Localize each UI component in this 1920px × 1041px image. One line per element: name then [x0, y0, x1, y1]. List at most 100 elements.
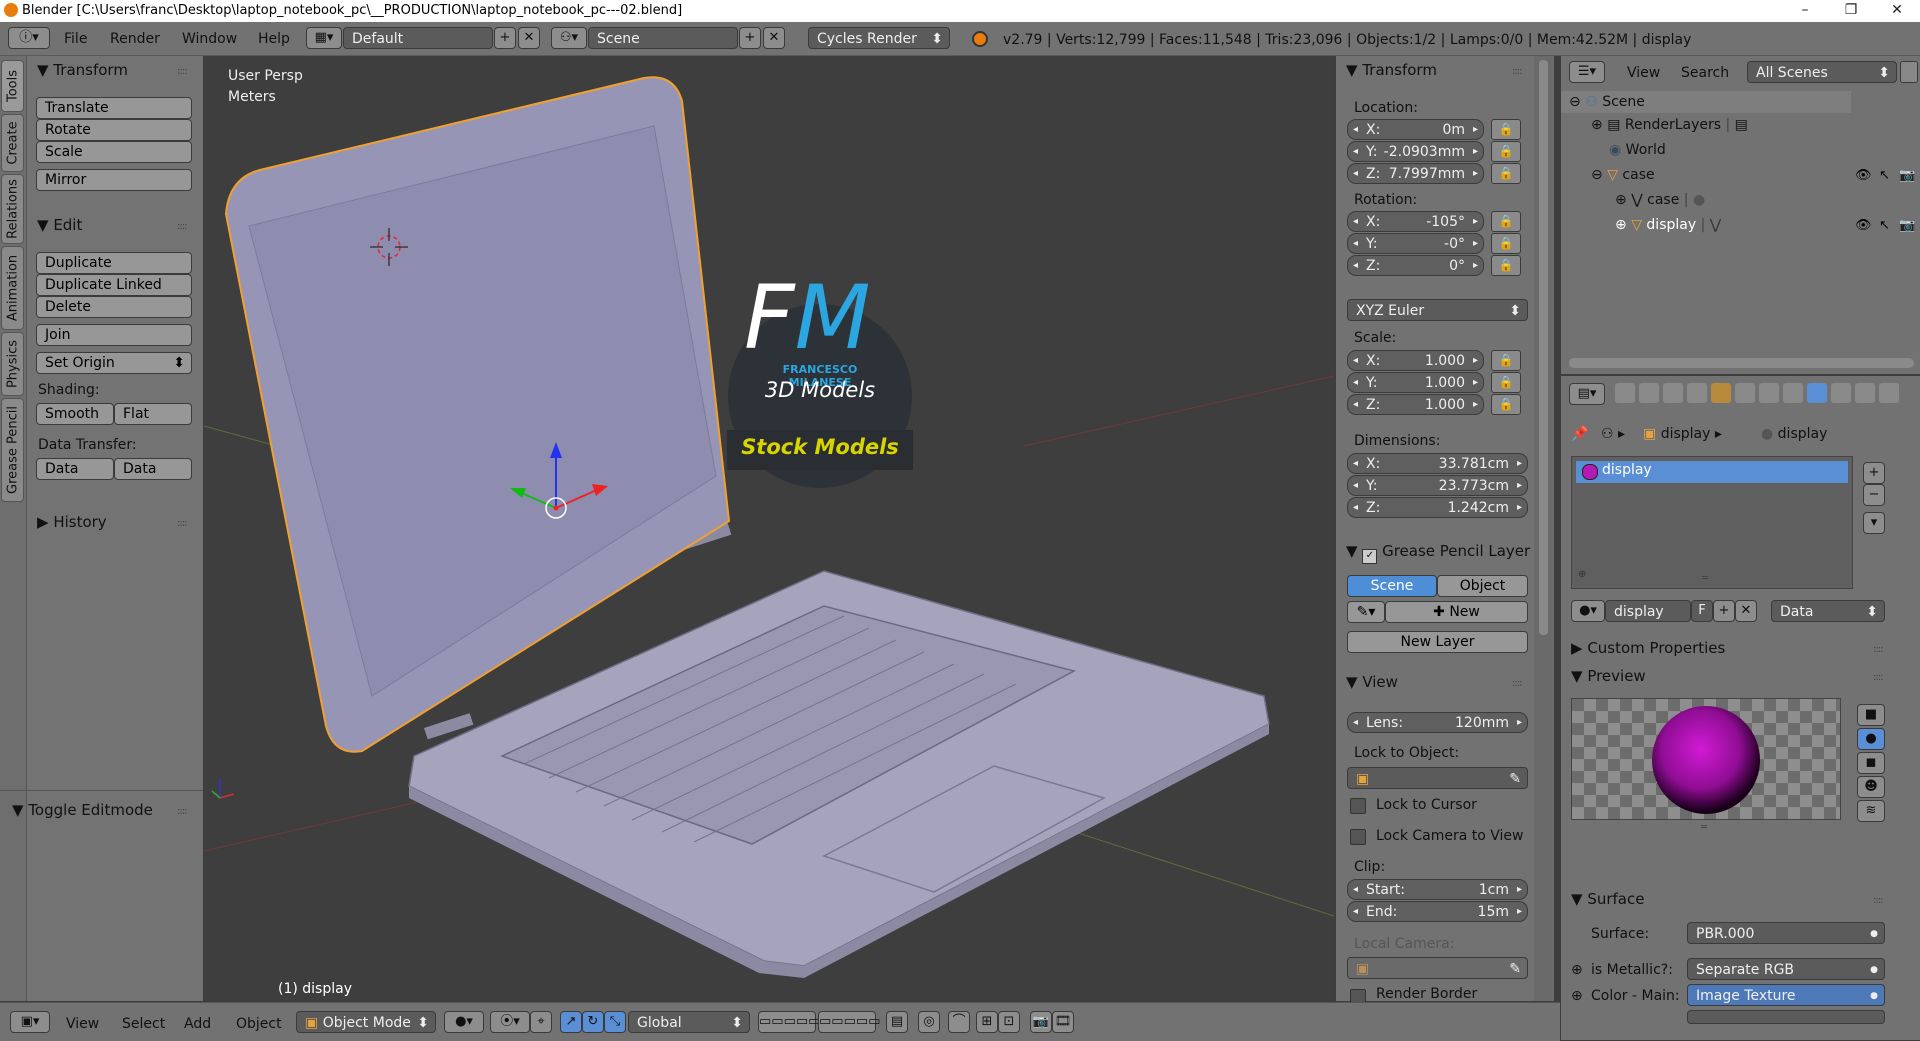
- rotation-mode-select[interactable]: XYZ Euler ⬍: [1347, 299, 1528, 321]
- dimensions-y-field[interactable]: ◂ Y: 23.773cm ▸: [1347, 475, 1528, 496]
- flat-button[interactable]: Flat: [114, 403, 192, 425]
- lock-layers-icon[interactable]: ▤: [886, 1011, 908, 1033]
- visibility-eye-icon[interactable]: 👁: [1855, 218, 1872, 233]
- material-slot-row[interactable]: display: [1576, 461, 1848, 483]
- tree-item-scene[interactable]: ⊖ ⚇ Scene: [1569, 94, 1645, 110]
- particles-tab-icon[interactable]: [1855, 383, 1875, 403]
- dimensions-z-field[interactable]: ◂ Z: 1.242cm ▸: [1347, 497, 1528, 518]
- preview-monkey-icon[interactable]: ☻: [1857, 776, 1885, 798]
- tab-animation[interactable]: Animation: [1, 246, 24, 330]
- close-window-button[interactable]: ✕: [1874, 0, 1920, 22]
- lock-icon[interactable]: 🔒: [1491, 233, 1521, 254]
- menu-help[interactable]: Help: [258, 31, 290, 47]
- lock-icon[interactable]: 🔒: [1491, 141, 1521, 162]
- next-input-select[interactable]: [1687, 1010, 1885, 1024]
- rotation-z-field[interactable]: ◂ Z: 0° ▸: [1347, 255, 1484, 276]
- set-origin-select[interactable]: Set Origin ⬍: [36, 352, 192, 374]
- expand-color-icon[interactable]: ⊕: [1571, 988, 1583, 1004]
- scene-field[interactable]: Scene: [588, 27, 738, 49]
- lock-to-cursor-checkbox[interactable]: [1350, 798, 1366, 814]
- clip-start-field[interactable]: ◂ Start: 1cm ▸: [1347, 879, 1528, 900]
- location-y-field[interactable]: ◂ Y: -2.0903mm ▸: [1347, 141, 1484, 162]
- grease-pencil-layer-header[interactable]: ▼ ✓ Grease Pencil Layer: [1346, 542, 1530, 564]
- tab-create[interactable]: Create: [1, 114, 24, 172]
- snap-icon[interactable]: ⊞: [976, 1011, 998, 1033]
- menu-render[interactable]: Render: [110, 31, 160, 47]
- outliner-menu-search[interactable]: Search: [1681, 65, 1729, 81]
- tab-tools[interactable]: Tools: [1, 60, 24, 112]
- render-tab-icon[interactable]: [1615, 383, 1635, 403]
- toggle-editmode-header[interactable]: ▼ Toggle Editmode: [12, 801, 153, 819]
- outliner-menu-view[interactable]: View: [1627, 65, 1660, 81]
- scale-z-field[interactable]: ◂ Z: 1.000 ▸: [1347, 394, 1484, 415]
- preview-hair-icon[interactable]: ≋: [1857, 800, 1885, 822]
- viewport-canvas[interactable]: [204, 56, 1334, 1001]
- lock-object-field[interactable]: ▣ ✎: [1347, 767, 1528, 789]
- panel-grip-icon[interactable]: ::::: [177, 518, 188, 529]
- material-browse-icon[interactable]: ●▾: [1571, 600, 1605, 622]
- lock-icon[interactable]: 🔒: [1491, 350, 1521, 371]
- grease-scene-button[interactable]: Scene: [1347, 575, 1437, 597]
- grease-pencil-checkbox[interactable]: ✓: [1362, 549, 1378, 564]
- pivot-point-icon[interactable]: ⦿▾: [490, 1011, 530, 1033]
- metallic-input-select[interactable]: Separate RGB ●: [1687, 958, 1885, 980]
- lens-field[interactable]: ◂ Lens: 120mm ▸: [1347, 712, 1528, 733]
- add-scene-icon[interactable]: +: [739, 27, 761, 49]
- scale-x-field[interactable]: ◂ X: 1.000 ▸: [1347, 350, 1484, 371]
- tree-item-case-object[interactable]: ⊖ ▽ case: [1591, 167, 1655, 183]
- transform-panel-header[interactable]: ▼ Transform: [37, 61, 128, 79]
- modifiers-tab-icon[interactable]: [1759, 383, 1779, 403]
- selectable-cursor-icon[interactable]: ↖: [1879, 168, 1890, 183]
- tab-physics[interactable]: Physics: [1, 332, 24, 396]
- tree-item-world[interactable]: ◉ World: [1609, 142, 1666, 158]
- minimize-button[interactable]: –: [1782, 0, 1828, 22]
- remove-layout-icon[interactable]: ✕: [518, 27, 540, 49]
- render-layers-tab-icon[interactable]: [1639, 383, 1659, 403]
- preview-plane-icon[interactable]: ■: [1857, 704, 1885, 726]
- viewport-shading-icon[interactable]: ●▾: [444, 1011, 484, 1033]
- tree-item-display[interactable]: ⊕ ▽ display | ⋁: [1615, 217, 1721, 233]
- lock-icon[interactable]: 🔒: [1491, 394, 1521, 415]
- panel-grip-icon[interactable]: ::::: [177, 806, 188, 817]
- constraints-tab-icon[interactable]: [1735, 383, 1755, 403]
- editor-type-3dview-icon[interactable]: ▣▾: [10, 1011, 50, 1033]
- lock-icon[interactable]: 🔒: [1491, 119, 1521, 140]
- expand-metallic-icon[interactable]: ⊕: [1571, 962, 1583, 978]
- rotation-y-field[interactable]: ◂ Y: -0° ▸: [1347, 233, 1484, 254]
- render-border-checkbox[interactable]: [1350, 989, 1366, 1003]
- material-slot-list[interactable]: display ═ ⊕: [1571, 456, 1853, 589]
- translate-manipulator-icon[interactable]: ↗: [560, 1011, 582, 1033]
- proportional-edit-icon[interactable]: ◎: [918, 1011, 940, 1033]
- render-camera-icon[interactable]: 📷: [1899, 218, 1915, 233]
- data-transfer-button[interactable]: Data: [36, 458, 114, 480]
- opengl-animation-icon[interactable]: 🎞: [1052, 1011, 1074, 1033]
- scene-tab-icon[interactable]: [1663, 383, 1683, 403]
- panel-grip-icon[interactable]: ::::: [1873, 895, 1884, 906]
- layout-field[interactable]: Default: [343, 27, 493, 49]
- new-material-icon[interactable]: +: [1713, 600, 1735, 622]
- menu-select[interactable]: Select: [122, 1016, 165, 1032]
- menu-object[interactable]: Object: [236, 1016, 282, 1032]
- mirror-button[interactable]: Mirror: [36, 169, 192, 191]
- lock-camera-checkbox[interactable]: [1350, 829, 1366, 845]
- preview-sphere-icon[interactable]: ●: [1857, 728, 1885, 750]
- smooth-button[interactable]: Smooth: [36, 403, 114, 425]
- transform-header[interactable]: ▼ Transform: [1346, 61, 1437, 79]
- surface-shader-select[interactable]: PBR.000 ●: [1687, 922, 1885, 944]
- duplicate-button[interactable]: Duplicate: [36, 252, 192, 274]
- panel-grip-icon[interactable]: ::::: [177, 66, 188, 77]
- add-layout-icon[interactable]: +: [494, 27, 516, 49]
- list-add-icon[interactable]: ⊕: [1578, 569, 1586, 580]
- edit-panel-header[interactable]: ▼ Edit: [37, 216, 82, 234]
- clip-end-field[interactable]: ◂ End: 15m ▸: [1347, 901, 1528, 922]
- tab-relations[interactable]: Relations: [1, 174, 24, 244]
- outliner-scrollbar[interactable]: [1569, 358, 1914, 368]
- panel-scrollbar[interactable]: [1534, 56, 1554, 1001]
- manipulator-toggle-icon[interactable]: ⌖: [530, 1011, 552, 1033]
- remove-slot-icon[interactable]: −: [1863, 484, 1885, 506]
- panel-grip-icon[interactable]: ::::: [1873, 644, 1884, 655]
- material-name-field[interactable]: display: [1605, 600, 1691, 622]
- delete-button[interactable]: Delete: [36, 296, 192, 318]
- pin-icon[interactable]: 📌: [1571, 426, 1588, 442]
- render-engine-select[interactable]: Cycles Render ⬍: [808, 27, 950, 49]
